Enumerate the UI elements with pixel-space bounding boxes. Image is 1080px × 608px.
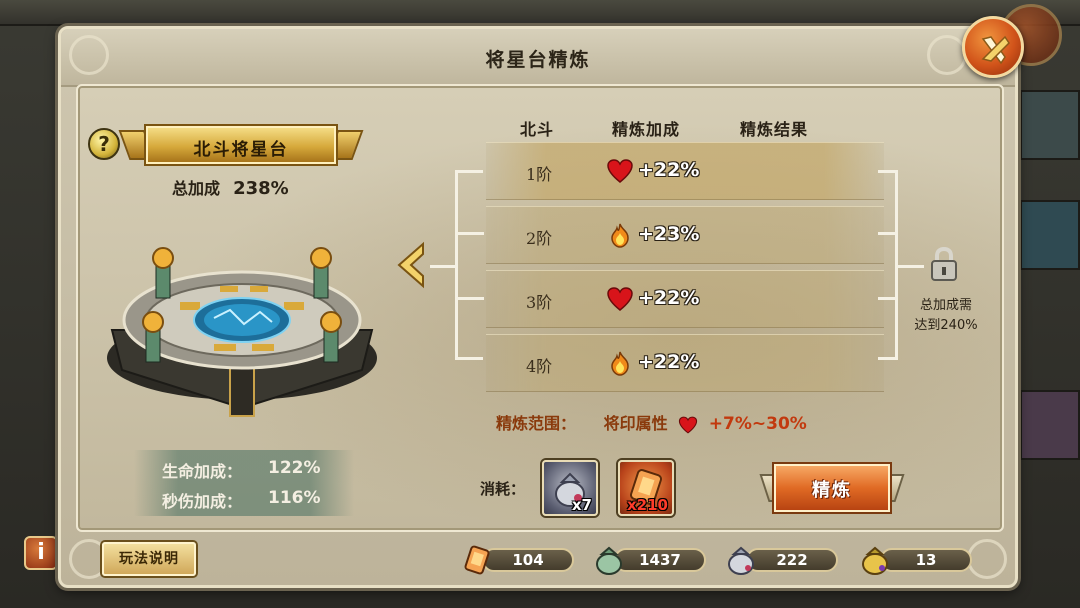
- tier-bonus: +23%: [638, 223, 700, 245]
- silver-bag-icon: [728, 546, 754, 575]
- close-icon: [981, 35, 1010, 65]
- tier-label: 2阶: [526, 229, 553, 248]
- banner-title: 北斗将星台: [193, 140, 289, 160]
- attribute-stats: 生命加成： 122% 秒伤加成： 116%: [134, 450, 354, 516]
- corner-ornament: [927, 35, 967, 75]
- tier-row-3: 3阶 +22%: [486, 270, 884, 328]
- background-top-bar: [0, 0, 1080, 26]
- cost-item-bronze-token[interactable]: x210: [618, 460, 674, 516]
- bracket-connector: [430, 265, 458, 268]
- refine-range-attr: 将印属性: [603, 414, 668, 433]
- green-bag-icon: [596, 546, 622, 575]
- column-header-bonus: 精炼加成: [612, 120, 681, 139]
- resource-value: 104: [482, 548, 574, 572]
- dialog-title: 将星台精炼: [485, 49, 591, 71]
- heart-icon: [607, 159, 633, 183]
- tier-label: 4阶: [526, 357, 553, 376]
- background-side-tile: [1020, 390, 1080, 460]
- gold-bag-icon: [862, 546, 888, 575]
- cost-item-silver-bag[interactable]: x7: [542, 460, 598, 516]
- rules-button[interactable]: 玩法说明: [102, 542, 196, 576]
- refine-range-label: 精炼范围：: [496, 414, 577, 433]
- hp-bonus-value: 122%: [268, 458, 321, 478]
- total-bonus-value: 238%: [233, 178, 289, 199]
- tier-row-1: 1阶 +22%: [486, 142, 884, 200]
- tier-bracket-right: [878, 170, 898, 360]
- tier-bracket-left: [455, 170, 483, 360]
- column-header-tier: 北斗: [520, 120, 555, 139]
- tier-bonus: +22%: [638, 287, 700, 309]
- hp-bonus-label: 生命加成：: [162, 462, 243, 481]
- lock-requirement-line1: 总加成需: [919, 298, 972, 313]
- resource-bronze-token: 104: [460, 544, 576, 576]
- help-icon[interactable]: ?: [88, 128, 120, 160]
- cost-item-qty: x7: [571, 496, 592, 514]
- lock-icon: [931, 246, 957, 281]
- tier-bonus: +22%: [638, 351, 700, 373]
- refine-button[interactable]: 精炼: [759, 460, 905, 516]
- cost-label: 消耗：: [480, 480, 526, 498]
- refine-range: 精炼范围： 将印属性 +7%~30%: [496, 410, 807, 435]
- resource-value: 222: [746, 548, 838, 572]
- corner-ornament: [69, 35, 109, 75]
- info-button[interactable]: i: [24, 536, 58, 570]
- dps-bonus-value: 116%: [268, 488, 321, 508]
- dps-bonus-label: 秒伤加成：: [162, 492, 243, 511]
- resource-silver-bag: 222: [724, 544, 840, 576]
- lock-requirement-line2: 达到240%: [914, 318, 978, 333]
- column-header-result: 精炼结果: [740, 120, 809, 139]
- constellation-banner: 北斗将星台: [118, 122, 364, 168]
- tier-row-4: 4阶 +22%: [486, 334, 884, 392]
- background-side-tile: [1020, 90, 1080, 160]
- bracket-tick: [458, 232, 484, 235]
- close-button[interactable]: [962, 16, 1024, 78]
- background-side-tile: [1020, 200, 1080, 270]
- bracket-connector: [898, 265, 924, 268]
- tier-bonus: +22%: [638, 159, 700, 181]
- previous-arrow-icon[interactable]: [393, 240, 429, 290]
- bracket-tick: [878, 232, 898, 235]
- bracket-tick: [878, 297, 898, 300]
- resource-gold-bag: 13: [858, 544, 974, 576]
- cost-item-qty: x210: [627, 496, 668, 514]
- resource-value: 13: [880, 548, 972, 572]
- bracket-tick: [458, 297, 484, 300]
- resource-value: 1437: [614, 548, 706, 572]
- total-bonus-label: 总加成: [172, 179, 221, 198]
- refine-range-value: +7%~30%: [708, 414, 807, 434]
- resource-green-bag: 1437: [592, 544, 708, 576]
- heart-icon: [679, 416, 698, 434]
- flame-icon: [611, 223, 629, 248]
- bronze-token-icon: [464, 545, 490, 575]
- heart-icon: [607, 287, 633, 311]
- tier-label: 1阶: [526, 165, 553, 184]
- flame-icon: [611, 351, 629, 376]
- lock-requirement: 总加成需 达到240%: [906, 296, 986, 336]
- tier-label: 3阶: [526, 293, 553, 312]
- total-bonus: 总加成 238%: [172, 175, 289, 199]
- star-platform-image: [107, 247, 377, 417]
- refine-button-label: 精炼: [812, 480, 852, 501]
- tier-row-2: 2阶 +23%: [486, 206, 884, 264]
